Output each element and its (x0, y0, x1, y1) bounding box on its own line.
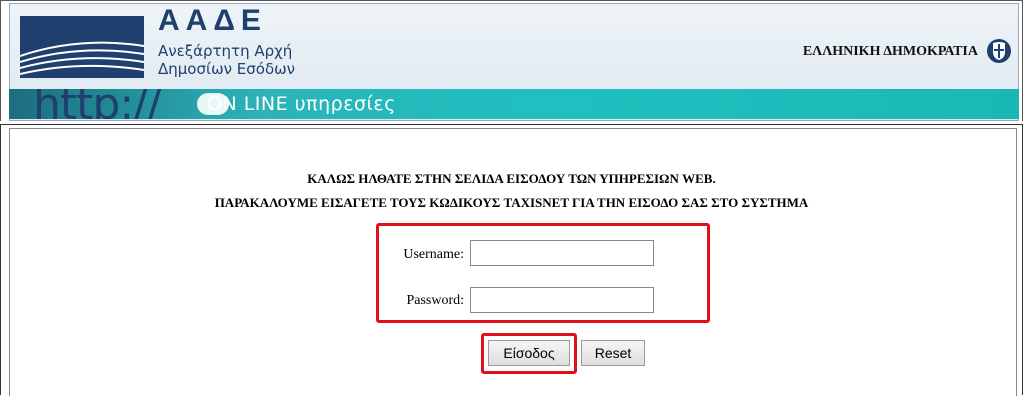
org-name-line2: Δημοσίων Εσόδων (158, 60, 296, 78)
instructions-message: ΠΑΡΑΚΑΛΟΥΜΕ ΕΙΣΑΓΕΤΕ ΤΟΥΣ ΚΩΔΙΚΟΥΣ TAXIS… (214, 195, 809, 210)
banner-http-text: http:// (33, 89, 162, 119)
welcome-message: ΚΑΛΩΣ ΗΛΘΑΤΕ ΣΤΗΝ ΣΕΛΙΔΑ ΕΙΣΟΔΟΥ ΤΩΝ ΥΠΗ… (307, 171, 716, 186)
username-label: Username: (403, 247, 464, 262)
greek-emblem-icon (987, 39, 1011, 63)
online-services-banner: http:// ON LINE υπηρεσίες (9, 89, 1019, 119)
login-button[interactable]: Είσοδος (488, 340, 570, 366)
password-label: Password: (406, 293, 464, 308)
reset-button[interactable]: Reset (581, 340, 645, 366)
banner-services-text: ON LINE υπηρεσίες (207, 93, 396, 115)
aade-logo-icon (20, 16, 144, 78)
org-abbreviation: ΑΑΔΕ (158, 4, 267, 37)
republic-title: ΕΛΛΗΝΙΚΗ ΔΗΜΟΚΡΑΤΙΑ (802, 44, 978, 59)
username-input[interactable] (470, 240, 654, 266)
org-name-line1: Ανεξάρτητη Αρχή (158, 42, 293, 60)
site-header: ΑΑΔΕ Ανεξάρτητη Αρχή Δημοσίων Εσόδων ΕΛΛ… (0, 0, 1023, 121)
password-input[interactable] (470, 287, 654, 313)
